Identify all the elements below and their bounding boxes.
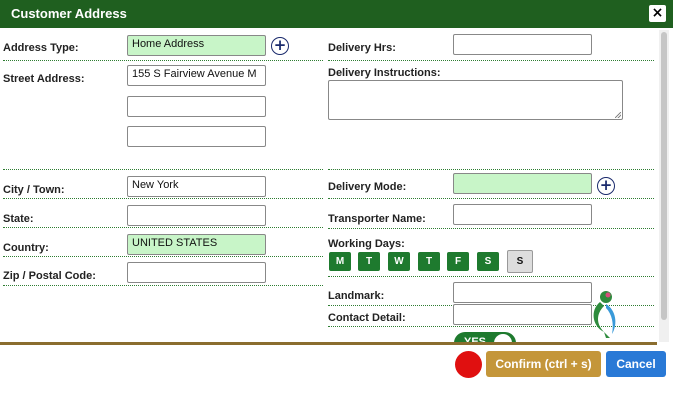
day-toggle-monday[interactable]: M [329, 252, 351, 271]
delivery-hrs-field[interactable] [453, 34, 592, 55]
zip-label: Zip / Postal Code: [3, 270, 96, 282]
contact-detail-label: Contact Detail: [328, 312, 406, 324]
divider [328, 169, 654, 170]
dialog-titlebar: Customer Address × [0, 0, 673, 28]
record-indicator-icon[interactable] [455, 351, 482, 378]
delivery-hrs-label: Delivery Hrs: [328, 42, 396, 54]
working-days-label: Working Days: [328, 238, 405, 250]
day-toggle-thursday[interactable]: T [418, 252, 440, 271]
divider [3, 169, 323, 170]
delivery-mode-field[interactable] [453, 173, 592, 194]
country-field[interactable]: UNITED STATES [127, 234, 266, 255]
divider [3, 285, 323, 286]
divider [328, 276, 654, 277]
street-address-line3-field[interactable] [127, 126, 266, 147]
confirm-button[interactable]: Confirm (ctrl + s) [486, 351, 601, 377]
day-toggle-friday[interactable]: F [447, 252, 469, 271]
delivery-mode-label: Delivery Mode: [328, 181, 407, 193]
city-field[interactable]: New York [127, 176, 266, 197]
transporter-name-label: Transporter Name: [328, 213, 426, 225]
state-label: State: [3, 213, 34, 225]
divider [3, 198, 323, 199]
divider [3, 227, 323, 228]
contact-detail-field[interactable] [453, 304, 592, 325]
street-address-line2-field[interactable] [127, 96, 266, 117]
divider [3, 60, 323, 61]
landmark-field[interactable] [453, 282, 592, 303]
street-address-label: Street Address: [3, 73, 85, 85]
address-type-label: Address Type: [3, 42, 79, 54]
divider [328, 228, 654, 229]
country-label: Country: [3, 242, 49, 254]
landmark-label: Landmark: [328, 290, 385, 302]
vertical-scrollbar[interactable] [659, 30, 669, 342]
delivery-instructions-label: Delivery Instructions: [328, 67, 441, 79]
day-toggle-saturday[interactable]: S [477, 252, 499, 271]
scrollbar-thumb[interactable] [661, 32, 667, 320]
address-type-field[interactable]: Home Address [127, 35, 266, 56]
state-field[interactable] [127, 205, 266, 226]
day-toggle-tuesday[interactable]: T [358, 252, 380, 271]
street-address-line1-field[interactable]: 155 S Fairview Avenue M [127, 65, 266, 86]
divider [328, 60, 654, 61]
transporter-name-field[interactable] [453, 204, 592, 225]
brand-logo-icon [593, 291, 616, 338]
divider [3, 256, 323, 257]
cancel-button[interactable]: Cancel [606, 351, 666, 377]
zip-field[interactable] [127, 262, 266, 283]
footer-divider [0, 342, 657, 345]
dialog-title: Customer Address [11, 6, 127, 21]
add-address-type-icon[interactable]: + [271, 37, 289, 55]
delivery-instructions-textarea[interactable] [328, 80, 623, 120]
divider [328, 198, 654, 199]
city-label: City / Town: [3, 184, 65, 196]
day-toggle-wednesday[interactable]: W [388, 252, 410, 271]
day-toggle-sunday[interactable]: S [507, 250, 533, 273]
close-icon[interactable]: × [649, 5, 666, 22]
add-delivery-mode-icon[interactable]: + [597, 177, 615, 195]
